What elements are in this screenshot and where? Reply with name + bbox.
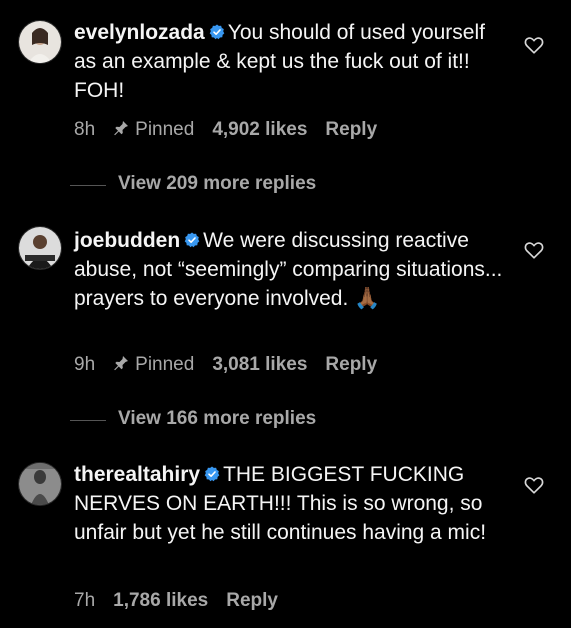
comment-text-block: therealtahiry THE BIGGEST FUCKING NERVES … xyxy=(74,460,504,547)
heart-icon[interactable] xyxy=(523,34,545,56)
prayer-emoji: 🙏🏾 xyxy=(354,287,381,310)
reply-button[interactable]: Reply xyxy=(325,354,377,375)
reply-button[interactable]: Reply xyxy=(325,119,377,140)
verified-badge-icon xyxy=(204,466,220,482)
heart-icon[interactable] xyxy=(523,239,545,261)
avatar[interactable] xyxy=(18,462,62,506)
verified-badge-icon xyxy=(209,24,225,40)
comment-text-block: evelynlozada You should of used yourself … xyxy=(74,18,504,105)
divider xyxy=(70,185,106,186)
comment-text-block: joebudden We were discussing reactive abu… xyxy=(74,226,504,313)
view-more-replies-label: View 209 more replies xyxy=(118,173,317,194)
timestamp: 8h xyxy=(74,119,96,140)
pin-icon xyxy=(114,356,129,371)
verified-badge-icon xyxy=(184,232,200,248)
reply-button[interactable]: Reply xyxy=(226,590,278,611)
likes-count[interactable]: 1,786 likes xyxy=(113,590,208,611)
avatar[interactable] xyxy=(18,226,62,270)
avatar[interactable] xyxy=(18,20,62,64)
timestamp: 7h xyxy=(74,590,96,611)
pinned-label: Pinned xyxy=(135,354,195,375)
username[interactable]: evelynlozada xyxy=(74,21,205,44)
pinned-label: Pinned xyxy=(135,119,195,140)
view-more-replies-button[interactable]: View 166 more replies xyxy=(70,408,317,430)
likes-count[interactable]: 4,902 likes xyxy=(212,119,307,140)
timestamp: 9h xyxy=(74,354,96,375)
view-more-replies-button[interactable]: View 209 more replies xyxy=(70,173,317,195)
divider xyxy=(70,420,106,421)
view-more-replies-label: View 166 more replies xyxy=(118,408,317,429)
comment-meta: 9h Pinned 3,081 likes Reply xyxy=(74,354,395,376)
comment-meta: 8h Pinned 4,902 likes Reply xyxy=(74,119,395,141)
pin-icon xyxy=(114,121,129,136)
heart-icon[interactable] xyxy=(523,474,545,496)
username[interactable]: joebudden xyxy=(74,229,180,252)
comment-meta: 7h 1,786 likes Reply xyxy=(74,590,296,612)
likes-count[interactable]: 3,081 likes xyxy=(212,354,307,375)
username[interactable]: therealtahiry xyxy=(74,463,200,486)
